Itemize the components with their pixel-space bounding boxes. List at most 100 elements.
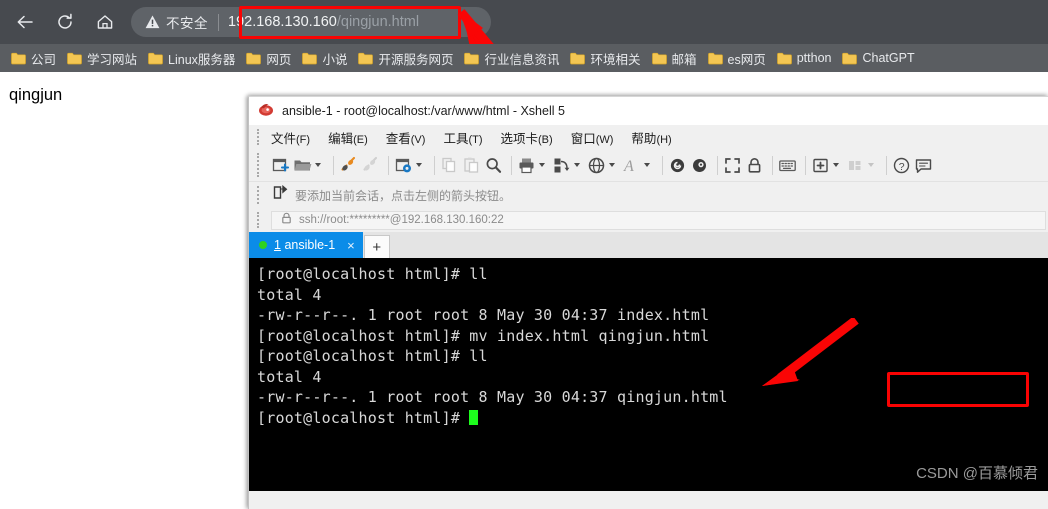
arrange-windows-button — [846, 156, 878, 175]
close-icon[interactable]: × — [347, 238, 355, 253]
bookmark-label: es网页 — [727, 52, 766, 67]
chevron-down-icon[interactable] — [644, 163, 650, 167]
toolbar-separator — [662, 155, 663, 175]
bookmark-item-11[interactable]: ChatGPT — [838, 49, 921, 67]
folder-icon — [464, 52, 480, 65]
highlight-button[interactable] — [690, 156, 709, 175]
new-file-icon — [271, 156, 290, 175]
folder-open-icon — [293, 156, 312, 175]
chevron-down-icon[interactable] — [833, 163, 839, 167]
bookmark-item-10[interactable]: ptthon — [773, 49, 839, 67]
menu-tools[interactable]: 工具(T) — [443, 128, 482, 147]
chevron-down-icon[interactable] — [315, 163, 321, 167]
address-grip[interactable] — [257, 212, 262, 228]
toolbar-separator — [886, 155, 887, 175]
terminal-output[interactable]: [root@localhost html]# ll total 4 -rw-r-… — [249, 258, 1048, 491]
bookmark-item-2[interactable]: Linux服务器 — [144, 47, 242, 70]
toolbar-separator — [388, 155, 389, 175]
copy-button — [440, 156, 459, 175]
browser-button[interactable] — [587, 156, 619, 175]
reload-button[interactable] — [52, 9, 78, 35]
url-text[interactable]: 192.168.130.160/qingjun.html — [228, 14, 419, 30]
tab-name: ansible-1 — [284, 238, 336, 252]
menu-view[interactable]: 查看(V) — [386, 128, 426, 147]
home-icon — [95, 12, 115, 32]
address-bar[interactable]: 不安全 192.168.130.160/qingjun.html — [131, 7, 491, 37]
bookmark-item-8[interactable]: 邮箱 — [648, 47, 704, 70]
menu-file-mnemonic: (F) — [296, 133, 311, 146]
terminal-prompt-text: [root@localhost html]# — [257, 408, 470, 427]
add-session-arrow-icon[interactable] — [273, 184, 288, 205]
notice-grip[interactable] — [257, 186, 262, 204]
menu-edit[interactable]: 编辑(E) — [328, 128, 368, 147]
keyboard-button[interactable] — [778, 156, 797, 175]
back-button[interactable] — [12, 9, 38, 35]
find-button[interactable] — [484, 156, 503, 175]
bookmark-item-6[interactable]: 行业信息资讯 — [460, 47, 566, 70]
bookmark-item-7[interactable]: 环境相关 — [566, 47, 647, 70]
chevron-down-icon[interactable] — [609, 163, 615, 167]
bookmark-item-9[interactable]: es网页 — [704, 47, 773, 70]
new-tab-button[interactable]: + — [363, 235, 390, 258]
ssh-address-value: ssh://root:*********@192.168.130.160:22 — [299, 214, 504, 226]
menu-tools-mnemonic: (T) — [468, 133, 483, 146]
terminal-line: -rw-r--r--. 1 root root 8 May 30 04:37 i… — [257, 306, 710, 324]
terminal-line: [root@localhost html]# mv index.html qin… — [257, 326, 710, 345]
bookmark-item-3[interactable]: 网页 — [242, 47, 298, 70]
connection-status-dot — [259, 241, 267, 249]
fullscreen-button[interactable] — [723, 156, 742, 175]
folder-icon — [776, 52, 792, 65]
paste-icon — [462, 156, 481, 175]
menu-help[interactable]: 帮助(H) — [631, 128, 671, 147]
svg-text:?: ? — [899, 161, 905, 173]
font-button[interactable]: A — [622, 156, 654, 175]
arrow-left-icon — [15, 12, 35, 32]
home-button[interactable] — [92, 9, 118, 35]
chat-bubble-icon — [914, 156, 933, 175]
open-session-button[interactable] — [293, 156, 325, 175]
plug-connect-icon — [339, 156, 358, 175]
menubar-grip[interactable] — [257, 129, 262, 145]
tab-label: 1 ansible-1 — [274, 238, 335, 252]
bookmark-label: 小说 — [322, 52, 348, 67]
bookmarks-bar: 公司 学习网站 Linux服务器 网页 小说 开源服务网页 行业信息资讯 环境相… — [0, 44, 1048, 72]
question-circle-icon: ? — [892, 156, 911, 175]
toolbar-separator — [434, 155, 435, 175]
chevron-down-icon[interactable] — [416, 163, 422, 167]
tab-ansible-1[interactable]: 1 ansible-1 × — [249, 232, 363, 258]
session-properties-button[interactable] — [394, 156, 426, 175]
new-session-button[interactable] — [271, 156, 290, 175]
security-status[interactable]: 不安全 — [131, 7, 208, 37]
toolbar-grip[interactable] — [257, 153, 262, 177]
notice-text: 要添加当前会话，点击左侧的箭头按钮。 — [295, 188, 512, 203]
chevron-down-icon[interactable] — [539, 163, 545, 167]
menu-window[interactable]: 窗口(W) — [571, 128, 614, 147]
bookmark-label: ptthon — [796, 51, 832, 65]
security-label: 不安全 — [166, 16, 208, 31]
terminal-line: [root@localhost html]# ll — [257, 265, 488, 283]
transfer-file-button[interactable] — [552, 156, 584, 175]
menu-edit-mnemonic: (E) — [353, 133, 368, 146]
feedback-button[interactable] — [914, 156, 933, 175]
log-button[interactable] — [668, 156, 687, 175]
menu-window-mnemonic: (W) — [595, 133, 614, 146]
bookmark-item-0[interactable]: 公司 — [7, 47, 63, 70]
toolbar-separator — [511, 155, 512, 175]
bookmark-item-1[interactable]: 学习网站 — [63, 47, 144, 70]
help-button[interactable]: ? — [892, 156, 911, 175]
terminal-prompt-line: [root@localhost html]# — [257, 408, 1048, 429]
chevron-down-icon[interactable] — [574, 163, 580, 167]
terminal-line: total 4 — [257, 367, 322, 386]
connect-button[interactable] — [339, 156, 358, 175]
xshell-logo-icon — [258, 101, 282, 122]
menu-file[interactable]: 文件(F) — [271, 128, 310, 147]
plug-disconnect-icon — [361, 156, 380, 175]
new-window-button[interactable] — [811, 156, 843, 175]
omnibox-divider — [218, 13, 219, 31]
lock-button[interactable] — [745, 156, 764, 175]
bookmark-item-4[interactable]: 小说 — [298, 47, 354, 70]
ssh-address-field[interactable]: ssh://root:*********@192.168.130.160:22 — [271, 210, 1046, 230]
menu-tabs[interactable]: 选项卡(B) — [501, 128, 553, 147]
bookmark-item-5[interactable]: 开源服务网页 — [354, 47, 460, 70]
print-button[interactable] — [517, 156, 549, 175]
